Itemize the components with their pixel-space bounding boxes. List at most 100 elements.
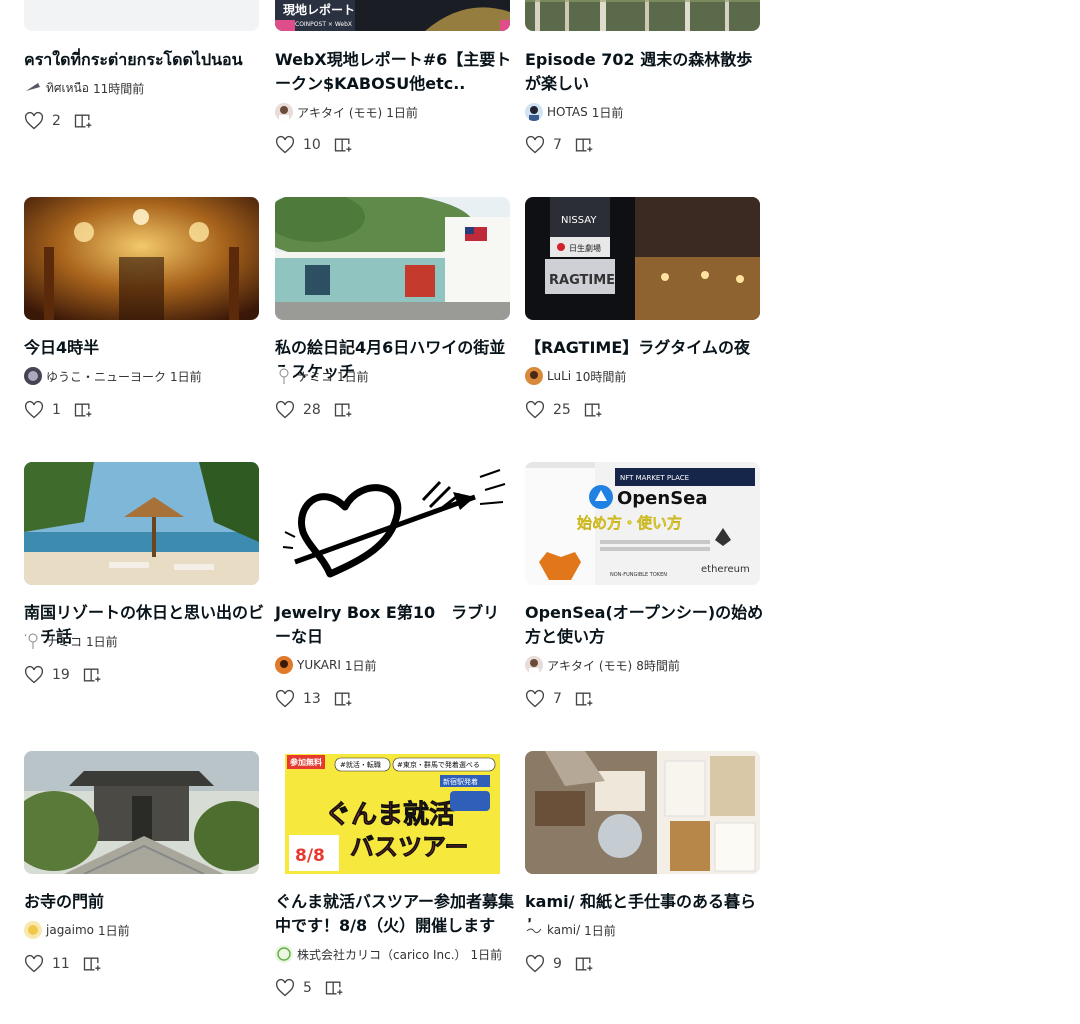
card-thumbnail[interactable]: NISSAY 日生劇場 RAGTIME <box>525 197 760 320</box>
post-time: 1日前 <box>337 369 369 384</box>
card-thumbnail[interactable] <box>24 462 259 585</box>
like-count: 9 <box>553 956 562 972</box>
author-name: jagaimo <box>46 923 95 937</box>
card-title[interactable]: OpenSea(オープンシー)の始め方と使い方 <box>525 601 765 649</box>
avatar <box>275 103 293 121</box>
card-author[interactable]: ナミコ 1日前 <box>24 632 118 650</box>
card-thumbnail[interactable] <box>275 462 510 585</box>
like-count: 7 <box>553 137 562 153</box>
heart-icon[interactable] <box>24 111 44 131</box>
post-time: 10時間前 <box>575 369 627 384</box>
heart-icon[interactable] <box>275 689 295 709</box>
card-thumbnail[interactable]: NFT MARKET PLACE OpenSea 始め方・使い方 ethereu… <box>525 462 760 585</box>
add-to-magazine-icon[interactable] <box>82 665 102 685</box>
card-title[interactable]: WebX現地レポート#6【主要トークン$KABOSU他etc.. <box>275 48 515 96</box>
card-actions: 28 <box>275 399 353 421</box>
card-actions: 9 <box>525 953 594 975</box>
card-title[interactable]: ぐんま就活バスツアー参加者募集中です！8/8（火）開催します <box>275 890 515 938</box>
add-to-magazine-icon[interactable] <box>333 689 353 709</box>
card-author[interactable]: アキタイ (モモ) 8時間前 <box>525 656 680 674</box>
card-thumbnail[interactable] <box>525 751 760 874</box>
add-to-magazine-icon[interactable] <box>73 111 93 131</box>
card-author[interactable]: アキタイ (モモ) 1日前 <box>275 103 418 121</box>
author-name: YUKARI <box>297 658 341 672</box>
card-thumbnail[interactable] <box>24 751 259 874</box>
add-to-magazine-icon[interactable] <box>574 689 594 709</box>
card-author[interactable]: ゆうこ・ニューヨーク 1日前 <box>24 367 202 385</box>
svg-text:NFT MARKET PLACE: NFT MARKET PLACE <box>620 474 689 482</box>
post-time: 1日前 <box>344 658 377 673</box>
card-actions: 5 <box>275 977 344 999</box>
svg-text:参加無料: 参加無料 <box>289 757 322 767</box>
card-actions: 7 <box>525 688 594 710</box>
card-title[interactable]: คราใดที่กระต่ายกระโดดไปนอน <box>24 48 264 72</box>
card-title[interactable]: 【RAGTIME】ラグタイムの夜 <box>525 336 765 360</box>
add-to-magazine-icon[interactable] <box>333 400 353 420</box>
author-name: HOTAS <box>547 105 588 119</box>
avatar <box>275 945 293 963</box>
add-to-magazine-icon[interactable] <box>82 954 102 974</box>
add-to-magazine-icon[interactable] <box>574 954 594 974</box>
card-author[interactable]: ทิศเหนือ 11時間前 <box>24 79 144 97</box>
post-time: 1日前 <box>591 105 624 120</box>
card-author[interactable]: kami/ 1日前 <box>525 921 616 939</box>
card-author[interactable]: 株式会社カリコ（carico Inc.） 1日前 <box>275 945 502 963</box>
card-title[interactable]: Episode 702 週末の森林散歩が楽しい <box>525 48 765 96</box>
svg-text:NON-FUNGIBLE TOKEN: NON-FUNGIBLE TOKEN <box>610 572 667 578</box>
heart-icon[interactable] <box>525 135 545 155</box>
heart-icon[interactable] <box>275 400 295 420</box>
avatar <box>24 79 42 97</box>
svg-text:COINPOST × WebX: COINPOST × WebX <box>295 21 352 28</box>
card-author[interactable]: ナミコ 1日前 <box>275 367 369 385</box>
heart-icon[interactable] <box>275 978 295 998</box>
svg-text:#就活・転職: #就活・転職 <box>340 760 381 769</box>
svg-text:ぐんま就活: ぐんま就活 <box>325 800 455 830</box>
add-to-magazine-icon[interactable] <box>574 135 594 155</box>
card-author[interactable]: YUKARI 1日前 <box>275 656 377 674</box>
heart-icon[interactable] <box>525 400 545 420</box>
heart-icon[interactable] <box>24 954 44 974</box>
svg-text:現地レポート: 現地レポート <box>283 2 355 17</box>
add-to-magazine-icon[interactable] <box>73 400 93 420</box>
like-count: 13 <box>303 691 321 707</box>
card-thumbnail[interactable]: 参加無料 #就活・転職 #東京・群馬で発着選べる 新宿駅発着 ぐんま就活 バスツ… <box>275 751 510 874</box>
heart-icon[interactable] <box>525 954 545 974</box>
heart-icon[interactable] <box>275 135 295 155</box>
svg-text:日生劇場: 日生劇場 <box>569 243 601 253</box>
heart-icon[interactable] <box>24 665 44 685</box>
card-title[interactable]: お寺の門前 <box>24 890 264 914</box>
card-title[interactable]: 今日4時半 <box>24 336 264 360</box>
add-to-magazine-icon[interactable] <box>324 978 344 998</box>
like-count: 25 <box>553 402 571 418</box>
svg-text:RAGTIME: RAGTIME <box>549 273 615 288</box>
svg-text:バスツアー: バスツアー <box>350 833 469 861</box>
card-actions: 1 <box>24 399 93 421</box>
card-thumbnail[interactable] <box>24 197 259 320</box>
card-author[interactable]: HOTAS 1日前 <box>525 103 623 121</box>
card-actions: 25 <box>525 399 603 421</box>
card-author[interactable]: LuLi 10時間前 <box>525 367 626 385</box>
author-name: アキタイ (モモ) <box>547 658 633 673</box>
heart-icon[interactable] <box>24 400 44 420</box>
card-actions: 2 <box>24 110 93 132</box>
card-title[interactable]: Jewelry Box E第10 ラブリーな日 <box>275 601 515 649</box>
post-time: 1日前 <box>98 923 130 938</box>
like-count: 2 <box>52 113 61 129</box>
card-actions: 11 <box>24 953 102 975</box>
post-time: 1日前 <box>86 634 118 649</box>
heart-icon[interactable] <box>525 689 545 709</box>
card-actions: 10 <box>275 134 353 156</box>
card-thumbnail[interactable] <box>525 0 760 31</box>
post-time: 1日前 <box>170 369 202 384</box>
like-count: 11 <box>52 956 70 972</box>
card-author[interactable]: jagaimo 1日前 <box>24 921 130 939</box>
like-count: 19 <box>52 667 70 683</box>
card-thumbnail[interactable] <box>24 0 259 31</box>
card-thumbnail[interactable]: 現地レポート COINPOST × WebX <box>275 0 510 31</box>
svg-text:OpenSea: OpenSea <box>617 488 708 509</box>
add-to-magazine-icon[interactable] <box>583 400 603 420</box>
add-to-magazine-icon[interactable] <box>333 135 353 155</box>
card-thumbnail[interactable] <box>275 197 510 320</box>
svg-text:始め方・使い方: 始め方・使い方 <box>577 514 682 532</box>
card-actions: 19 <box>24 664 102 686</box>
